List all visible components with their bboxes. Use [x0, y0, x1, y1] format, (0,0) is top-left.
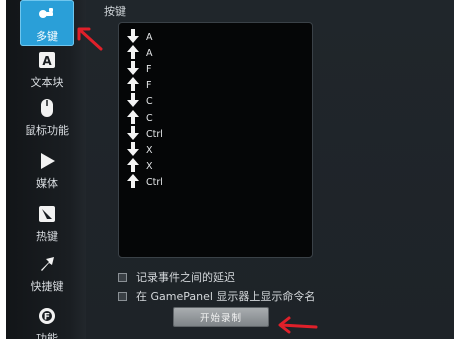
sidebar: 多键 A 文本块 鼠标功能 媒体 热键 快捷键 F 功能	[6, 0, 87, 339]
keystroke-row[interactable]: Ctrl	[127, 173, 163, 192]
keystroke-key: F	[146, 63, 152, 75]
keystroke-list[interactable]: A A F F C C Ctrl X X Ctrl	[118, 22, 313, 258]
keystroke-key: X	[146, 161, 153, 173]
sidebar-item-label: 功能	[36, 332, 58, 339]
screenshot-frame: 多键 A 文本块 鼠标功能 媒体 热键 快捷键 F 功能 按键 A A F F …	[0, 0, 454, 339]
sidebar-item-label: 热键	[36, 230, 58, 243]
option-show-command-names[interactable]: 在 GamePanel 显示器上显示命令名	[118, 288, 315, 304]
keystroke-row[interactable]: X	[127, 141, 153, 158]
option-record-delays[interactable]: 记录事件之间的延迟	[118, 269, 235, 285]
sidebar-item-mouse[interactable]: 鼠标功能	[20, 94, 74, 140]
text-block-icon: A	[36, 49, 58, 71]
function-icon: F	[36, 305, 58, 327]
keystroke-key: A	[146, 31, 153, 43]
sidebar-item-multikey[interactable]: 多键	[20, 0, 74, 46]
keystroke-key: Ctrl	[146, 177, 163, 189]
main-panel: 按键 A A F F C C Ctrl X X Ctrl 记录事件之间的延迟 在 GamePane…	[86, 0, 454, 339]
keystroke-row[interactable]: X	[127, 158, 153, 175]
mouse-icon	[36, 97, 58, 119]
sidebar-item-label: 媒体	[36, 177, 58, 190]
keystroke-row[interactable]: A	[127, 28, 153, 45]
sidebar-item-media[interactable]: 媒体	[20, 147, 74, 193]
option-label: 记录事件之间的延迟	[136, 271, 235, 284]
sidebar-item-label: 文本块	[30, 76, 64, 89]
show-command-names-checkbox[interactable]	[118, 291, 127, 301]
keystroke-row[interactable]: F	[127, 77, 152, 94]
record-delays-checkbox[interactable]	[118, 272, 127, 282]
keystroke-key: A	[146, 47, 153, 59]
sidebar-item-hotkey[interactable]: 热键	[20, 200, 74, 246]
app-window: 多键 A 文本块 鼠标功能 媒体 热键 快捷键 F 功能 按键 A A F F …	[6, 0, 454, 339]
keystroke-key: Ctrl	[146, 128, 163, 140]
play-icon	[36, 150, 58, 172]
hotkey-icon	[36, 203, 58, 225]
multikey-icon	[36, 3, 58, 25]
keystroke-row[interactable]: C	[127, 109, 153, 126]
keystroke-key: C	[146, 96, 153, 108]
arrow-up-icon	[127, 173, 139, 192]
option-label: 在 GamePanel 显示器上显示命令名	[136, 290, 316, 303]
section-title: 按键	[104, 5, 126, 18]
sidebar-item-label: 多键	[36, 30, 58, 43]
svg-text:A: A	[42, 54, 52, 68]
sidebar-item-label: 快捷键	[30, 280, 64, 293]
sidebar-item-label: 鼠标功能	[25, 124, 69, 137]
sidebar-item-text-block[interactable]: A 文本块	[20, 46, 74, 92]
keystroke-row[interactable]: A	[127, 44, 153, 61]
sidebar-item-function[interactable]: F 功能	[20, 302, 74, 339]
sidebar-item-shortcut[interactable]: 快捷键	[20, 250, 74, 296]
svg-text:F: F	[44, 313, 50, 323]
keystroke-row[interactable]: Ctrl	[127, 125, 163, 142]
keystroke-row[interactable]: F	[127, 60, 152, 77]
keystroke-key: F	[146, 80, 152, 92]
keystroke-key: C	[146, 112, 153, 124]
keystroke-key: X	[146, 144, 153, 156]
start-recording-button[interactable]: 开始录制	[173, 307, 269, 327]
keystroke-row[interactable]: C	[127, 93, 153, 110]
shortcut-arrow-icon	[36, 253, 58, 275]
